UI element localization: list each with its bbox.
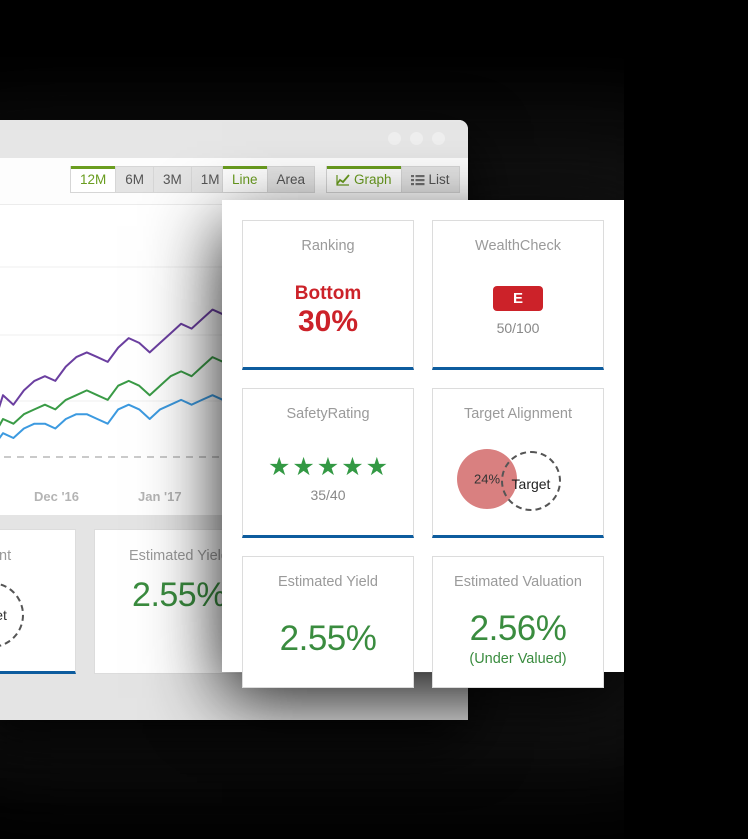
view-button-graph-label: Graph [354, 172, 392, 187]
status-badge-grade: E [493, 285, 543, 311]
window-titlebar [0, 120, 468, 158]
bg-card-value: 2.55% [132, 576, 226, 614]
view-button-list-label: List [428, 172, 450, 187]
star-icon: ★ [292, 453, 315, 481]
card-body-estimated-valuation: 2.56% (Under Valued) [433, 590, 603, 687]
card-body-safetyrating: ★ ★ ★ ★ ★ 35/40 [243, 422, 413, 535]
card-safetyrating[interactable]: SafetyRating ★ ★ ★ ★ ★ 35/40 [242, 388, 414, 538]
range-button-12m[interactable]: 12M [70, 166, 117, 193]
stage: 12M 6M 3M 1M Line Area Graph List Dec '1… [0, 0, 748, 839]
star-icon: ★ [341, 453, 364, 481]
card-ranking[interactable]: Ranking Bottom 30% [242, 220, 414, 370]
estimated-yield-value: 2.55% [279, 618, 377, 658]
ranking-label: Bottom [294, 283, 362, 304]
range-button-3m[interactable]: 3M [154, 166, 192, 193]
star-icon: ★ [316, 453, 340, 481]
card-title-estimated-yield: Estimated Yield [278, 574, 378, 590]
bg-card-target-alignment[interactable]: nment arget [0, 529, 76, 674]
card-wealthcheck[interactable]: WealthCheck E 50/100 [432, 220, 604, 370]
maximize-button-icon[interactable] [410, 132, 423, 145]
card-estimated-valuation[interactable]: Estimated Valuation 2.56% (Under Valued) [432, 556, 604, 688]
venn-diagram: 24% Target [453, 447, 583, 513]
card-title-wealthcheck: WealthCheck [475, 238, 561, 254]
view-button-group[interactable]: Graph List [326, 166, 460, 193]
range-button-6m[interactable]: 6M [116, 166, 155, 193]
card-body-target-alignment: 24% Target [433, 422, 603, 535]
venn-percent-label: 24% [473, 471, 501, 486]
range-button-group[interactable]: 12M 6M 3M 1M [70, 166, 230, 193]
list-icon [410, 174, 425, 186]
card-title-estimated-valuation: Estimated Valuation [454, 574, 582, 590]
style-button-area[interactable]: Area [267, 166, 316, 193]
x-tick-label-1: Jan '17 [138, 489, 182, 504]
card-estimated-yield[interactable]: Estimated Yield 2.55% [242, 556, 414, 688]
metrics-card-grid: Ranking Bottom 30% WealthCheck E 50/100 … [242, 220, 604, 688]
minimize-button-icon[interactable] [388, 132, 401, 145]
card-body-estimated-yield: 2.55% [243, 590, 413, 687]
estimated-valuation-sub: (Under Valued) [469, 651, 567, 667]
card-target-alignment[interactable]: Target Alignment 24% Target [432, 388, 604, 538]
venn-target-circle-icon: Target [501, 450, 561, 511]
venn-target-label: Target [511, 475, 551, 492]
window-controls[interactable] [388, 132, 445, 145]
card-title-safetyrating: SafetyRating [286, 406, 370, 422]
bg-target-label: arget [0, 607, 7, 623]
star-icon: ★ [267, 453, 291, 481]
bg-card-title: Estimated Yield [129, 548, 229, 564]
estimated-valuation-value: 2.56% [469, 609, 567, 648]
view-button-list[interactable]: List [401, 166, 460, 193]
view-button-graph[interactable]: Graph [326, 166, 402, 193]
target-ring-icon: arget [0, 582, 24, 648]
close-button-icon[interactable] [432, 132, 445, 145]
style-button-line[interactable]: Line [222, 166, 268, 193]
background-mask [624, 0, 748, 839]
card-title-target-alignment: Target Alignment [463, 406, 572, 422]
star-rating: ★ ★ ★ ★ ★ [268, 454, 388, 480]
chart-style-button-group[interactable]: Line Area [222, 166, 316, 193]
wealthcheck-score: 50/100 [496, 319, 540, 336]
chart-toolbar: 12M 6M 3M 1M Line Area Graph List [0, 158, 468, 205]
safetyrating-score: 35/40 [310, 487, 346, 503]
line-chart-icon [336, 173, 350, 186]
card-body-ranking: Bottom 30% [243, 254, 413, 367]
metrics-overlay-panel: Ranking Bottom 30% WealthCheck E 50/100 … [222, 200, 624, 688]
card-body-wealthcheck: E 50/100 [433, 254, 603, 367]
x-tick-label-0: Dec '16 [34, 489, 80, 504]
star-icon: ★ [365, 453, 389, 481]
bg-card-title: nment [0, 548, 12, 564]
ranking-value: 30% [297, 305, 359, 338]
card-title-ranking: Ranking [301, 238, 355, 254]
